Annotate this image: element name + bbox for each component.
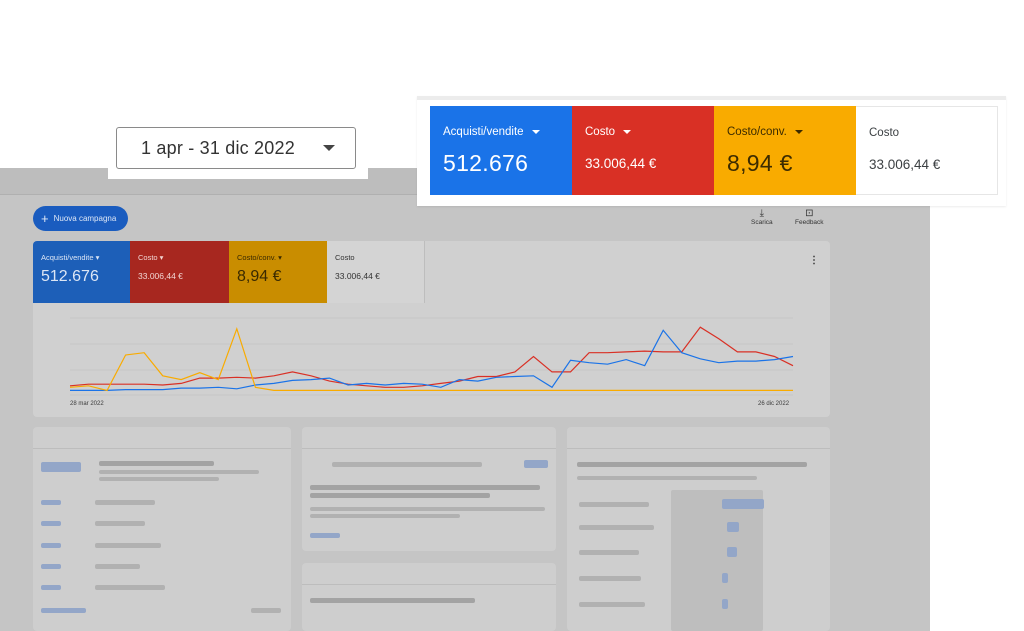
blurred-row: [95, 585, 165, 590]
blurred-text: [310, 598, 475, 603]
blurred-pager: [251, 608, 281, 613]
download-button[interactable]: ⤓ Scarica: [751, 208, 773, 226]
insights-card: [302, 427, 556, 551]
optimization-score-card: [33, 427, 291, 631]
blurred-row: [41, 500, 61, 505]
plus-icon: +: [41, 211, 49, 226]
metric-value: 512.676: [443, 150, 529, 176]
blurred-text: [332, 462, 482, 467]
chart-series-line-0: [69, 326, 794, 388]
blurred-bar: [722, 599, 728, 609]
blurred-row: [95, 500, 155, 505]
blurred-text: [310, 514, 460, 518]
blurred-row: [579, 602, 645, 607]
card-header: [33, 427, 291, 449]
performance-chart-card: Acquisti/vendite ▾ 512.676 Costo ▾ 33.00…: [33, 241, 830, 417]
download-icon: ⤓: [759, 208, 765, 219]
blurred-row: [95, 543, 161, 548]
blurred-chip: [524, 460, 548, 468]
blurred-row: [41, 543, 61, 548]
metric-label: Costo: [869, 127, 900, 139]
blurred-text: [310, 507, 545, 511]
dropdown-arrow-icon: [323, 145, 335, 151]
download-label: Scarica: [751, 219, 773, 226]
blurred-link: [41, 608, 86, 613]
feedback-label: Feedback: [795, 219, 824, 226]
blurred-bar: [722, 499, 764, 509]
blurred-row: [579, 525, 654, 530]
blurred-bar-column: [671, 490, 763, 631]
new-campaign-button[interactable]: + Nuova campagna: [33, 206, 129, 231]
blurred-score: [41, 462, 81, 472]
feedback-button[interactable]: ⊡ Feedback: [795, 208, 824, 226]
blurred-row: [41, 585, 61, 590]
new-campaign-label: Nuova campagna: [53, 214, 117, 223]
x-axis-start-label: 28 mar 2022: [70, 401, 104, 407]
x-axis-end-label: 26 dic 2022: [758, 401, 790, 407]
feedback-icon: ⊡: [805, 208, 814, 219]
caret-down-icon: [623, 130, 632, 134]
metric-value: 33.006,44 €: [585, 156, 657, 171]
blurred-text: [577, 462, 807, 467]
blurred-row: [579, 502, 649, 507]
card-header: [302, 563, 556, 585]
blurred-row: [95, 521, 145, 526]
chart-series-line-2: [69, 326, 793, 392]
metric-label: Costo: [585, 126, 616, 138]
blurred-bar: [722, 573, 728, 583]
blurred-row: [579, 550, 639, 555]
campaigns-card: [302, 563, 556, 631]
metric-label: Acquisti/vendite: [443, 126, 524, 138]
metric-cost[interactable]: Costo 33.006,44 €: [572, 106, 714, 195]
dashboard-background: + Nuova campagna ⤓ Scarica ⊡ Feedback Ac…: [0, 168, 930, 631]
blurred-row: [95, 564, 140, 569]
card-header: [302, 427, 556, 449]
performance-line-chart: [69, 317, 794, 396]
blurred-bar: [727, 547, 737, 557]
caret-down-icon: [794, 130, 803, 134]
blurred-text: [99, 470, 259, 474]
blurred-row: [579, 576, 641, 581]
biggest-changes-card: [567, 427, 830, 631]
blurred-link: [310, 533, 340, 538]
card-header: [567, 427, 830, 449]
blurred-row: [41, 564, 61, 569]
blurred-bar: [727, 522, 739, 532]
metric-label: Costo/conv.: [727, 126, 787, 138]
date-range-label: 1 apr - 31 dic 2022: [141, 137, 295, 158]
blurred-text: [99, 461, 214, 466]
metric-cost-secondary[interactable]: Costo 33.006,44 €: [856, 106, 998, 195]
metric-value: 33.006,44 €: [869, 157, 941, 172]
blurred-row: [41, 521, 61, 526]
metric-value: 8,94 €: [727, 150, 793, 176]
blurred-text: [310, 485, 540, 490]
caret-down-icon: [531, 130, 540, 134]
metrics-callout: Acquisti/vendite 512.676 Costo 33.006,44…: [417, 96, 1006, 206]
metric-conversions[interactable]: Acquisti/vendite 512.676: [430, 106, 572, 195]
metric-cost-per-conv[interactable]: Costo/conv. 8,94 €: [714, 106, 856, 195]
screenshot-collage: + Nuova campagna ⤓ Scarica ⊡ Feedback Ac…: [0, 0, 1024, 631]
blurred-text: [99, 477, 219, 481]
chart-series-line-1: [70, 329, 794, 391]
date-range-callout: 1 apr - 31 dic 2022: [108, 117, 368, 179]
blurred-text: [577, 476, 757, 480]
blurred-text: [310, 493, 490, 498]
date-range-selector[interactable]: 1 apr - 31 dic 2022: [116, 127, 356, 169]
